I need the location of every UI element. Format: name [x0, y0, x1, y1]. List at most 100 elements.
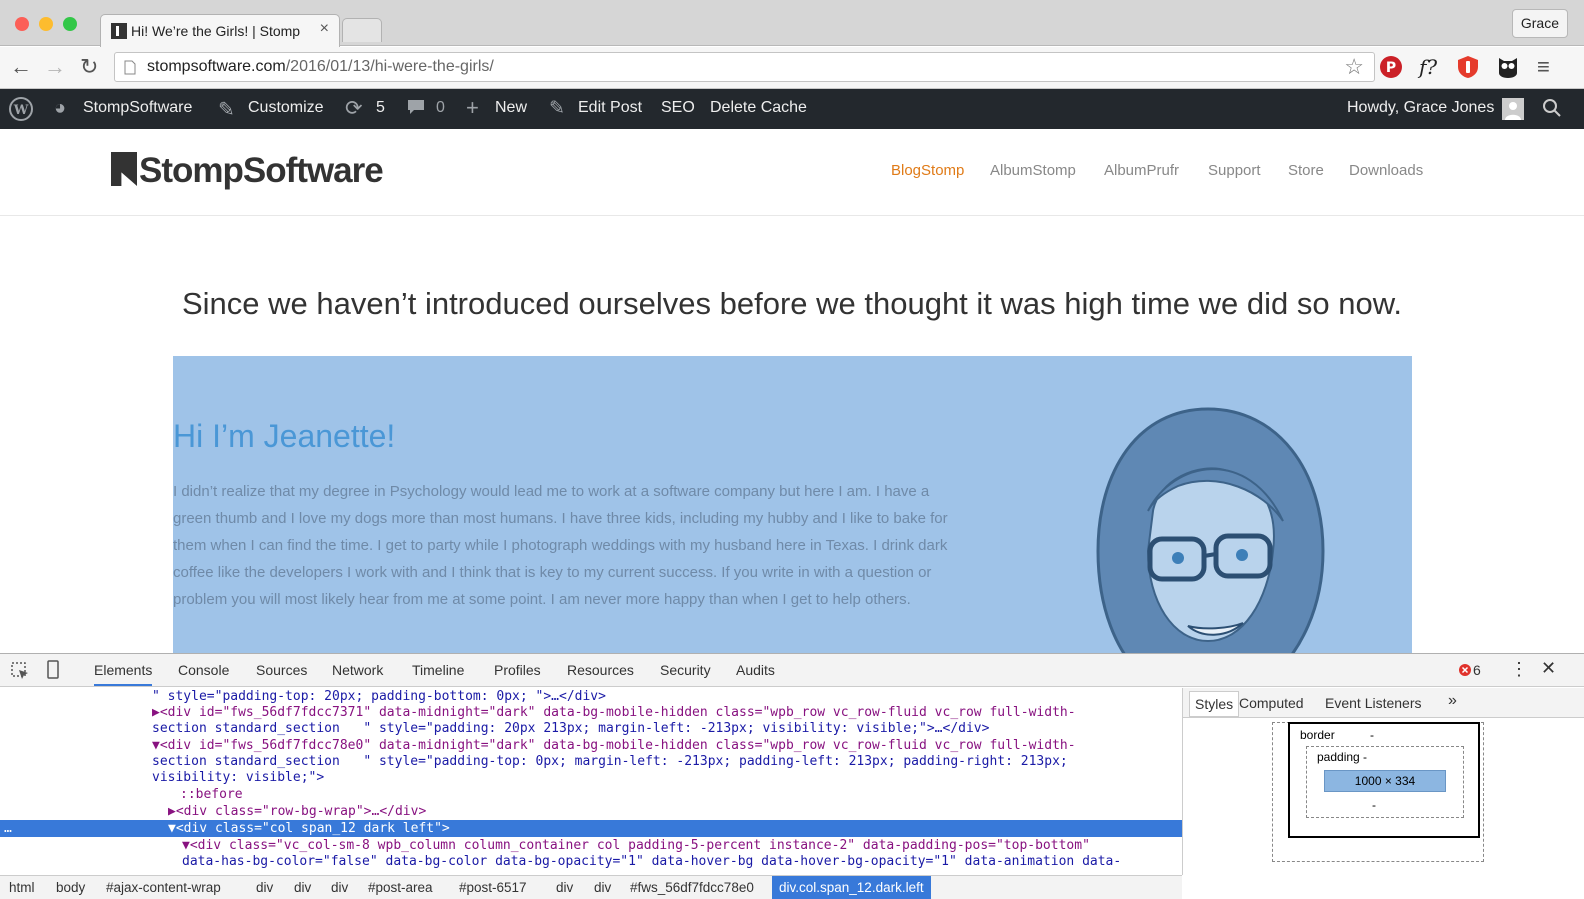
avatar[interactable]	[1502, 98, 1524, 125]
dom-node[interactable]: ▶<div class="row-bg-wrap">…</div>	[0, 803, 1182, 820]
tab-audits[interactable]: Audits	[736, 662, 775, 678]
svg-text:P: P	[1386, 60, 1396, 76]
site-logo[interactable]: StompSoftware	[111, 151, 384, 191]
dom-node[interactable]: ▶<div id="fws_56df7fdcc7371" data-midnig…	[0, 704, 1182, 721]
tab-sources[interactable]: Sources	[256, 662, 307, 678]
bookmark-star-icon[interactable]: ☆	[1344, 54, 1364, 80]
crumb[interactable]: #post-6517	[459, 880, 527, 895]
adblock-icon[interactable]	[1457, 55, 1479, 85]
crumb[interactable]: body	[56, 880, 85, 895]
dom-node[interactable]: section standard_section " style="paddin…	[0, 753, 1182, 770]
dashboard-icon: ◕	[54, 97, 67, 119]
wordpress-logo-icon[interactable]: W	[8, 96, 34, 127]
tab-styles[interactable]: Styles	[1189, 691, 1240, 717]
browser-tab[interactable]: Hi! We’re the Girls! | Stomp ×	[100, 14, 340, 47]
tab-resources[interactable]: Resources	[567, 662, 634, 678]
inspect-element-icon[interactable]	[10, 661, 30, 686]
dom-node[interactable]: section standard_section " style="paddin…	[0, 720, 1182, 737]
dom-node[interactable]: ::before	[0, 786, 1182, 803]
close-devtools-icon[interactable]: ✕	[1541, 658, 1556, 679]
crumb[interactable]: html	[9, 880, 35, 895]
dom-node[interactable]: " style="padding-top: 20px; padding-bott…	[0, 688, 1182, 705]
more-tabs-icon[interactable]: »	[1448, 692, 1457, 710]
zoom-window-button[interactable]	[63, 17, 77, 31]
logo-mark-icon	[111, 152, 137, 186]
brush-icon: ✎	[218, 99, 235, 121]
dom-node[interactable]: data-has-bg-color="false" data-bg-color …	[0, 853, 1182, 870]
nav-support[interactable]: Support	[1208, 162, 1261, 179]
crumb[interactable]: #post-area	[368, 880, 433, 895]
node-ellipsis-icon[interactable]: …	[4, 820, 12, 837]
jeanette-illustration	[1096, 407, 1325, 653]
nav-albumstomp[interactable]: AlbumStomp	[990, 162, 1076, 179]
customize-link[interactable]: Customize	[248, 99, 324, 117]
tab-title: Hi! We’re the Girls! | Stomp	[131, 23, 301, 39]
new-tab-button[interactable]	[342, 18, 382, 42]
seo-link[interactable]: SEO	[661, 99, 695, 117]
bio-section-highlighted: Hi I’m Jeanette! I didn’t realize that m…	[173, 356, 1412, 653]
font-finder-icon[interactable]: f?	[1419, 55, 1437, 79]
tab-console[interactable]: Console	[178, 662, 229, 678]
edit-post-link[interactable]: Edit Post	[578, 99, 642, 117]
delete-cache-link[interactable]: Delete Cache	[710, 99, 807, 117]
back-icon[interactable]: ←	[10, 55, 32, 79]
dom-node[interactable]: visibility: visible;">	[0, 769, 1182, 786]
dom-node[interactable]: ▼<div class="vc_col-sm-8 wpb_column colu…	[0, 837, 1182, 854]
nav-blogstomp[interactable]: BlogStomp	[891, 162, 964, 179]
comments-icon	[406, 97, 426, 122]
crumb-selected[interactable]: div.col.span_12.dark.left	[772, 876, 931, 899]
tab-timeline[interactable]: Timeline	[412, 662, 464, 678]
bio-line: green thumb and I love my dogs more than…	[173, 510, 948, 527]
more-options-icon[interactable]: ⋮	[1510, 659, 1528, 680]
new-link[interactable]: New	[495, 99, 527, 117]
tab-profiles[interactable]: Profiles	[494, 662, 541, 678]
reload-icon[interactable]: ↻	[80, 55, 98, 79]
site-header: StompSoftware BlogStomp AlbumStomp Album…	[0, 129, 1584, 216]
border-value: -	[1370, 728, 1374, 742]
tab-event-listeners[interactable]: Event Listeners	[1325, 695, 1422, 711]
plus-icon: +	[466, 95, 479, 120]
tab-close-icon[interactable]: ×	[320, 20, 329, 38]
crumb[interactable]: div	[294, 880, 311, 895]
howdy-user-link[interactable]: Howdy, Grace Jones	[1347, 99, 1494, 117]
address-bar[interactable]: stompsoftware.com/2016/01/13/hi-were-the…	[114, 52, 1375, 82]
dom-node-text: section standard_section " style="paddin…	[152, 721, 990, 736]
dom-node-selected[interactable]: … ▼<div class="col span_12 dark left">	[0, 820, 1182, 837]
tab-elements[interactable]: Elements	[94, 662, 153, 686]
tab-network[interactable]: Network	[332, 662, 383, 678]
bio-line: I didn’t realize that my degree in Psych…	[173, 483, 930, 500]
dom-tree[interactable]: " style="padding-top: 20px; padding-bott…	[0, 688, 1182, 875]
tab-security[interactable]: Security	[660, 662, 711, 678]
crumb[interactable]: div	[256, 880, 273, 895]
crumb[interactable]: #fws_56df7fdcc78e0	[630, 880, 754, 895]
device-mode-icon[interactable]	[46, 660, 60, 685]
crumb[interactable]: div	[594, 880, 611, 895]
pinterest-icon[interactable]: P	[1379, 55, 1403, 85]
crumb[interactable]: div	[331, 880, 348, 895]
nav-downloads[interactable]: Downloads	[1349, 162, 1423, 179]
comments-count[interactable]: 0	[436, 99, 445, 117]
minimize-window-button[interactable]	[39, 17, 53, 31]
dom-node[interactable]: ▼<div id="fws_56df7fdcc78e0" data-midnig…	[0, 737, 1182, 754]
error-count[interactable]: 6	[1473, 662, 1481, 678]
admin-site-link[interactable]: StompSoftware	[83, 99, 192, 117]
favicon-icon	[111, 23, 127, 39]
crumb[interactable]: #ajax-content-wrap	[106, 880, 221, 895]
dom-node-text: ▶<div id="fws_56df7fdcc7371" data-midnig…	[152, 705, 1076, 720]
error-icon[interactable]	[1458, 663, 1472, 682]
profile-button[interactable]: Grace	[1511, 9, 1568, 38]
tab-computed[interactable]: Computed	[1239, 695, 1304, 711]
bio-heading: Hi I’m Jeanette!	[173, 418, 396, 454]
nav-albumprufr[interactable]: AlbumPrufr	[1104, 162, 1179, 179]
border-box: border - padding - 1000 × 334 -	[1288, 722, 1480, 838]
menu-icon[interactable]: ≡	[1537, 55, 1550, 79]
crumb[interactable]: div	[556, 880, 573, 895]
border-label: border	[1300, 728, 1335, 742]
forward-icon[interactable]: →	[44, 55, 66, 79]
search-icon[interactable]	[1542, 98, 1562, 123]
owl-extension-icon[interactable]	[1497, 55, 1519, 85]
updates-count[interactable]: 5	[376, 99, 385, 117]
close-window-button[interactable]	[15, 17, 29, 31]
nav-store[interactable]: Store	[1288, 162, 1324, 179]
devtools-panel: Elements Console Sources Network Timelin…	[0, 653, 1584, 899]
